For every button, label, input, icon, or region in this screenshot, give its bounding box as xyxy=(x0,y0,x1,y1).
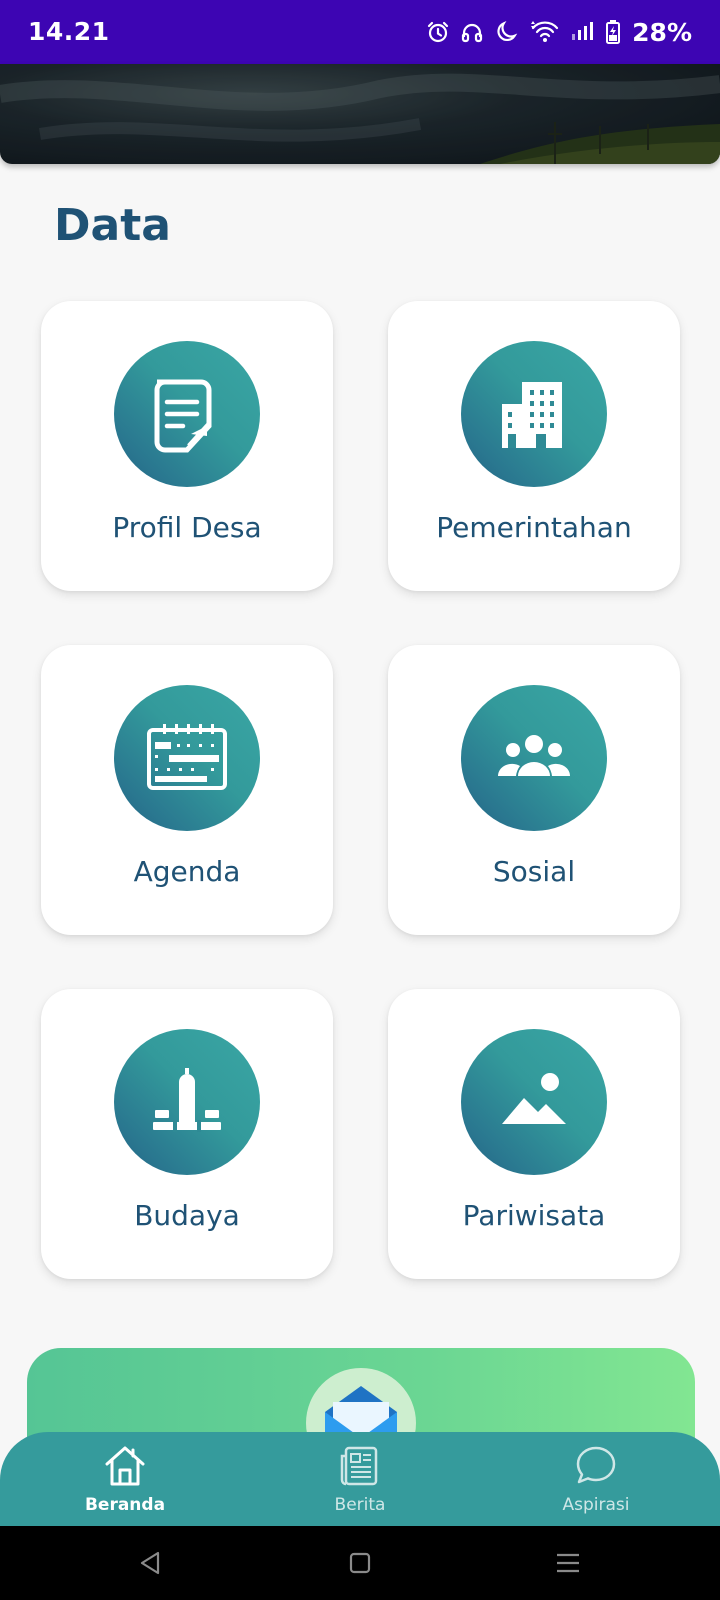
card-agenda[interactable]: Agenda xyxy=(41,645,333,935)
card-label: Pemerintahan xyxy=(436,511,632,544)
card-icon-circle xyxy=(461,685,607,831)
nav-aspirasi[interactable]: Aspirasi xyxy=(516,1432,676,1526)
monument-icon xyxy=(153,1068,221,1132)
nav-label: Aspirasi xyxy=(562,1495,630,1515)
back-button[interactable] xyxy=(130,1546,170,1580)
card-label: Profil Desa xyxy=(112,511,262,544)
system-nav-bar xyxy=(0,1526,720,1600)
nav-label: Berita xyxy=(334,1495,386,1515)
status-time: 14.21 xyxy=(28,17,110,46)
building-icon xyxy=(502,382,562,448)
wifi-icon xyxy=(530,20,560,44)
card-label: Budaya xyxy=(134,1199,240,1232)
card-pariwisata[interactable]: Pariwisata xyxy=(388,989,680,1279)
calendar-icon xyxy=(147,724,227,790)
card-label: Agenda xyxy=(133,855,241,888)
battery-icon xyxy=(606,20,621,44)
newspaper-icon xyxy=(340,1446,378,1486)
card-icon-circle xyxy=(461,1029,607,1175)
landscape-icon xyxy=(502,1073,566,1124)
card-profil-desa[interactable]: Profil Desa xyxy=(41,301,333,591)
people-icon xyxy=(497,735,571,776)
card-icon-circle xyxy=(114,1029,260,1175)
square-home-icon xyxy=(349,1552,371,1574)
bottom-nav: Beranda Berita Aspirasi xyxy=(0,1432,720,1526)
card-budaya[interactable]: Budaya xyxy=(41,989,333,1279)
status-icons: 28% xyxy=(426,14,692,50)
card-icon-circle xyxy=(114,685,260,831)
moon-icon xyxy=(494,19,520,45)
recents-button[interactable] xyxy=(548,1546,588,1580)
headphones-icon xyxy=(460,20,484,44)
nav-beranda[interactable]: Beranda xyxy=(45,1432,205,1526)
home-button[interactable] xyxy=(340,1546,380,1580)
section-title: Data xyxy=(54,200,171,251)
card-pemerintahan[interactable]: Pemerintahan xyxy=(388,301,680,591)
alarm-icon xyxy=(426,20,450,44)
home-icon xyxy=(105,1446,145,1486)
recents-icon xyxy=(557,1553,579,1573)
back-icon xyxy=(140,1551,160,1575)
card-label: Sosial xyxy=(492,855,576,888)
card-label: Pariwisata xyxy=(462,1199,606,1232)
battery-percent: 28% xyxy=(632,17,692,47)
card-sosial[interactable]: Sosial xyxy=(388,645,680,935)
nav-label: Beranda xyxy=(84,1495,166,1515)
nav-berita[interactable]: Berita xyxy=(280,1432,440,1526)
chat-icon xyxy=(576,1446,616,1484)
document-icon xyxy=(154,379,212,453)
header-banner-image xyxy=(0,64,720,164)
status-bar: 14.21 28% xyxy=(0,0,720,64)
signal-icon xyxy=(570,20,596,44)
card-icon-circle xyxy=(461,341,607,487)
card-icon-circle xyxy=(114,341,260,487)
